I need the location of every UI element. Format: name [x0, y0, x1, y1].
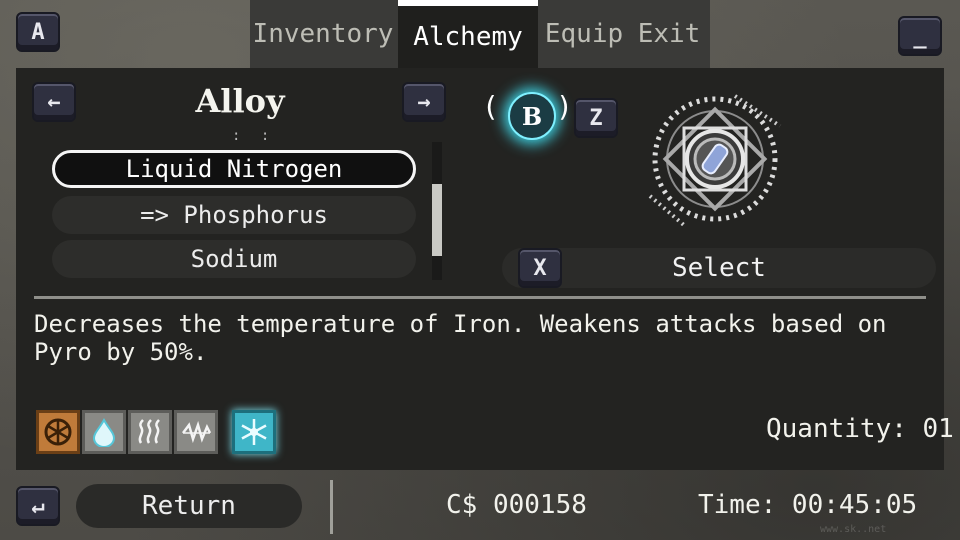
- ward-icon: [36, 410, 80, 454]
- select-action-button[interactable]: Select: [502, 248, 936, 288]
- list-item-sodium[interactable]: Sodium: [52, 240, 416, 278]
- currency-display: C$ 000158: [446, 490, 587, 520]
- wave-icon: [174, 410, 218, 454]
- list-item-label: Sodium: [190, 245, 278, 273]
- a-key-label: A: [31, 19, 45, 45]
- return-label: Return: [142, 491, 236, 521]
- tab-inventory-label: Inventory: [252, 19, 394, 49]
- tab-alchemy[interactable]: Alchemy: [398, 0, 538, 68]
- menu-key-button[interactable]: _: [898, 16, 942, 56]
- divider: [34, 296, 926, 299]
- more-above-indicator: : :: [232, 128, 276, 144]
- tab-inventory[interactable]: Inventory: [250, 0, 396, 68]
- scrollbar-thumb[interactable]: [432, 184, 442, 256]
- z-key-button[interactable]: Z: [574, 98, 618, 138]
- z-key-label: Z: [589, 105, 603, 131]
- x-key-button[interactable]: X: [518, 248, 562, 288]
- arrow-right-icon: →: [417, 89, 431, 115]
- return-key-button[interactable]: ↵: [16, 486, 60, 526]
- list-item-liquid-nitrogen[interactable]: Liquid Nitrogen: [52, 150, 416, 188]
- arrow-left-icon: ←: [47, 89, 61, 115]
- x-key-label: X: [533, 255, 547, 281]
- list-item-phosphorus[interactable]: => Phosphorus: [52, 196, 416, 234]
- rotate-right-icon: ): [556, 90, 573, 123]
- b-key-label: B: [521, 101, 543, 131]
- list-item-label: Liquid Nitrogen: [125, 155, 343, 183]
- footer-divider: [330, 480, 333, 534]
- return-arrow-icon: ↵: [31, 493, 45, 519]
- steam-icon: [128, 410, 172, 454]
- play-time-display: Time: 00:45:05: [698, 490, 918, 520]
- next-category-button[interactable]: →: [402, 82, 446, 122]
- select-label: Select: [672, 253, 766, 283]
- snowflake-icon: [232, 410, 276, 454]
- list-item-label: => Phosphorus: [140, 201, 328, 229]
- menu-tabs: Inventory Alchemy Equip Exit: [250, 0, 710, 68]
- tab-equip[interactable]: Equip: [540, 0, 628, 68]
- tab-equip-label: Equip: [544, 19, 624, 49]
- alchemy-sigil-icon: [648, 94, 782, 228]
- menu-key-label: _: [913, 23, 927, 49]
- rotate-left-icon: (: [482, 90, 499, 123]
- tab-exit[interactable]: Exit: [630, 0, 708, 68]
- a-key-button[interactable]: A: [16, 12, 60, 52]
- return-button[interactable]: Return: [76, 484, 302, 528]
- item-description: Decreases the temperature of Iron. Weake…: [34, 310, 887, 366]
- b-key-button[interactable]: B: [508, 92, 556, 140]
- prev-category-button[interactable]: ←: [32, 82, 76, 122]
- tab-alchemy-label: Alchemy: [413, 22, 523, 52]
- water-drop-icon: [82, 410, 126, 454]
- watermark: www.sk..net: [820, 524, 887, 535]
- quantity-label: Quantity: 01: [766, 414, 954, 444]
- tab-exit-label: Exit: [637, 19, 701, 49]
- category-title: Alloy: [195, 82, 285, 120]
